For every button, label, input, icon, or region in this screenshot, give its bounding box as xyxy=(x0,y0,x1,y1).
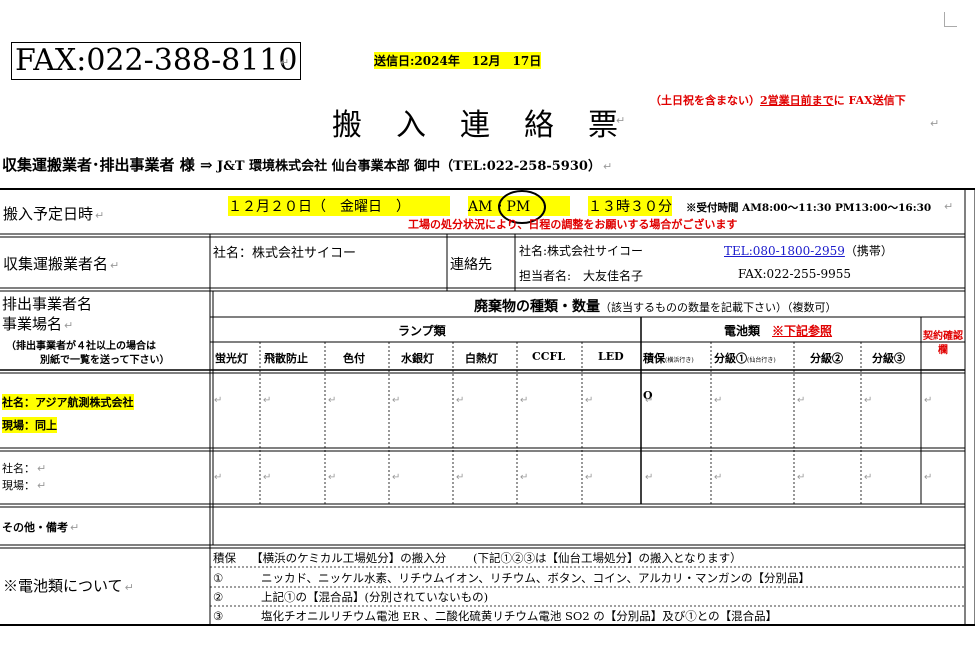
cell-return-mark: ↵ xyxy=(214,395,223,406)
recipient-line: 収集運搬業者･排出事業者 様 ⇒ J&T 環境株式会社 仙台事業本部 御中（TE… xyxy=(2,156,613,174)
col-fluorescent: 蛍光灯 xyxy=(215,352,248,365)
cell-return-mark: ↵ xyxy=(797,472,806,483)
col-bunkyu1: 分級①(仙台行き) xyxy=(714,352,776,365)
paragraph-mark: ↵ xyxy=(944,200,954,213)
col-led: LED xyxy=(598,350,624,363)
cell-return-mark: ↵ xyxy=(263,395,272,406)
cell-return-mark: ↵ xyxy=(714,472,723,483)
contract-check-label: 契約確認欄 xyxy=(923,331,963,356)
contact-tel: TEL:080-1800-2959（携帯） xyxy=(724,244,893,258)
battery-notes-label: ※電池類について ↵ xyxy=(3,577,134,595)
form-title: 搬 入 連 絡 票 xyxy=(332,108,620,143)
battery-note-2: ② 上記①の【混合品】(分別されていないもの) xyxy=(213,590,489,604)
page-corner-mark xyxy=(944,12,957,27)
cell-return-mark: ↵ xyxy=(645,395,654,406)
cell-return-mark: ↵ xyxy=(263,472,272,483)
col-incandescent: 白熱灯 xyxy=(465,352,498,365)
cell-return-mark: ↵ xyxy=(924,395,933,406)
col-bunkyu2: 分級② xyxy=(810,352,843,365)
fax-deadline-note: （土日祝を含まない）2営業日前までに FAX送信下 xyxy=(650,94,906,107)
schedule-date: １２月２０日（ 金曜日 ） xyxy=(228,196,450,216)
paragraph-mark: ↵ xyxy=(930,117,940,130)
cell-return-mark: ↵ xyxy=(392,472,401,483)
waste-heading: 廃棄物の種類・数量（該当するものの数量を記載下さい）（複数可） xyxy=(474,299,837,315)
lamp-group-label: ランプ類 xyxy=(398,324,446,338)
cell-return-mark: ↵ xyxy=(585,395,594,406)
col-ccfl: CCFL xyxy=(532,350,566,363)
contact-tel-link[interactable]: TEL:080-1800-2959 xyxy=(724,244,845,258)
cell-return-mark: ↵ xyxy=(864,472,873,483)
cell-return-mark: ↵ xyxy=(520,395,529,406)
contact-company: 社名:株式会社サイコー xyxy=(519,244,644,258)
discharger-label: 排出事業者名 事業場名 ↵ xyxy=(2,295,93,333)
paragraph-mark: ↵ xyxy=(280,56,290,69)
col-bunkyu3: 分級③ xyxy=(872,352,905,365)
fax-number-box: FAX:022-388-8110 xyxy=(11,42,302,80)
cell-return-mark: ↵ xyxy=(520,472,529,483)
battery-group-label: 電池類 ※下記参照 xyxy=(724,324,833,338)
contact-person: 担当者名: 大友佳名子 xyxy=(519,269,644,283)
cell-return-mark: ↵ xyxy=(456,472,465,483)
cell-return-mark: ↵ xyxy=(456,395,465,406)
entry-1-site: 現場：同上 xyxy=(2,417,57,433)
other-label: その他・備考 ↵ xyxy=(2,521,80,534)
paragraph-mark: ↵ xyxy=(616,114,626,127)
cell-return-mark: ↵ xyxy=(924,472,933,483)
col-sekiho: 積保(横浜行き) xyxy=(643,352,694,365)
entry-2-company: 社名： ↵ xyxy=(2,462,47,475)
battery-note-1: ① ニッカド、ニッケル水素、リチウムイオン、リチウム、ボタン、コイン、アルカリ・マ… xyxy=(213,571,811,585)
cell-return-mark: ↵ xyxy=(328,395,337,406)
cell-return-mark: ↵ xyxy=(585,472,594,483)
fax-number: FAX:022-388-8110 xyxy=(15,43,298,78)
recipient-company: J&T 環境株式会社 仙台事業本部 御中（TEL:022-258-5930） xyxy=(212,159,601,174)
contact-label: 連絡先 xyxy=(450,257,492,273)
entry-2-site: 現場： ↵ xyxy=(2,479,47,492)
send-date: 送信日:2024年 12月 17日 xyxy=(374,52,542,69)
schedule-label: 搬入予定日時 ↵ xyxy=(3,205,105,223)
schedule-notice: 工場の処分状況により、日程の調整をお願いする場合がございます xyxy=(408,218,738,231)
col-mercury: 水銀灯 xyxy=(401,352,434,365)
contact-fax: FAX:022-255-9955 xyxy=(738,267,851,281)
recipient-label: 収集運搬業者･排出事業者 様 ⇒ xyxy=(2,156,213,174)
cell-return-mark: ↵ xyxy=(864,395,873,406)
cell-return-mark: ↵ xyxy=(328,472,337,483)
transporter-company: 社名：株式会社サイコー xyxy=(213,246,357,261)
entry-1-company: 社名：アジア航測株式会社 xyxy=(2,394,134,410)
transporter-label: 収集運搬業者名 ↵ xyxy=(3,255,120,273)
cell-return-mark: ↵ xyxy=(714,395,723,406)
discharger-note: （排出事業者が４社以上の場合は 別紙で一覧を送って下さい） xyxy=(6,341,170,366)
cell-return-mark: ↵ xyxy=(214,472,223,483)
schedule-time: １３時３０分 xyxy=(588,196,672,216)
battery-note-3: ③ 塩化チオニルリチウム電池 ER 、二酸化硫黄リチウム電池 SO2 の【分別品】… xyxy=(213,609,778,623)
cell-return-mark: ↵ xyxy=(645,472,654,483)
col-colored: 色付 xyxy=(343,352,365,365)
cell-return-mark: ↵ xyxy=(392,395,401,406)
cell-return-mark: ↵ xyxy=(797,395,806,406)
reception-hours: ※受付時間 AM8:00～11:30 PM13:00～16:30 xyxy=(686,202,932,214)
col-shatterproof: 飛散防止 xyxy=(264,352,308,365)
battery-notes-line0: 積保 【横浜のケミカル工場処分】の搬入分 (下記①②③は【仙台工場処分】の搬入と… xyxy=(213,551,742,565)
